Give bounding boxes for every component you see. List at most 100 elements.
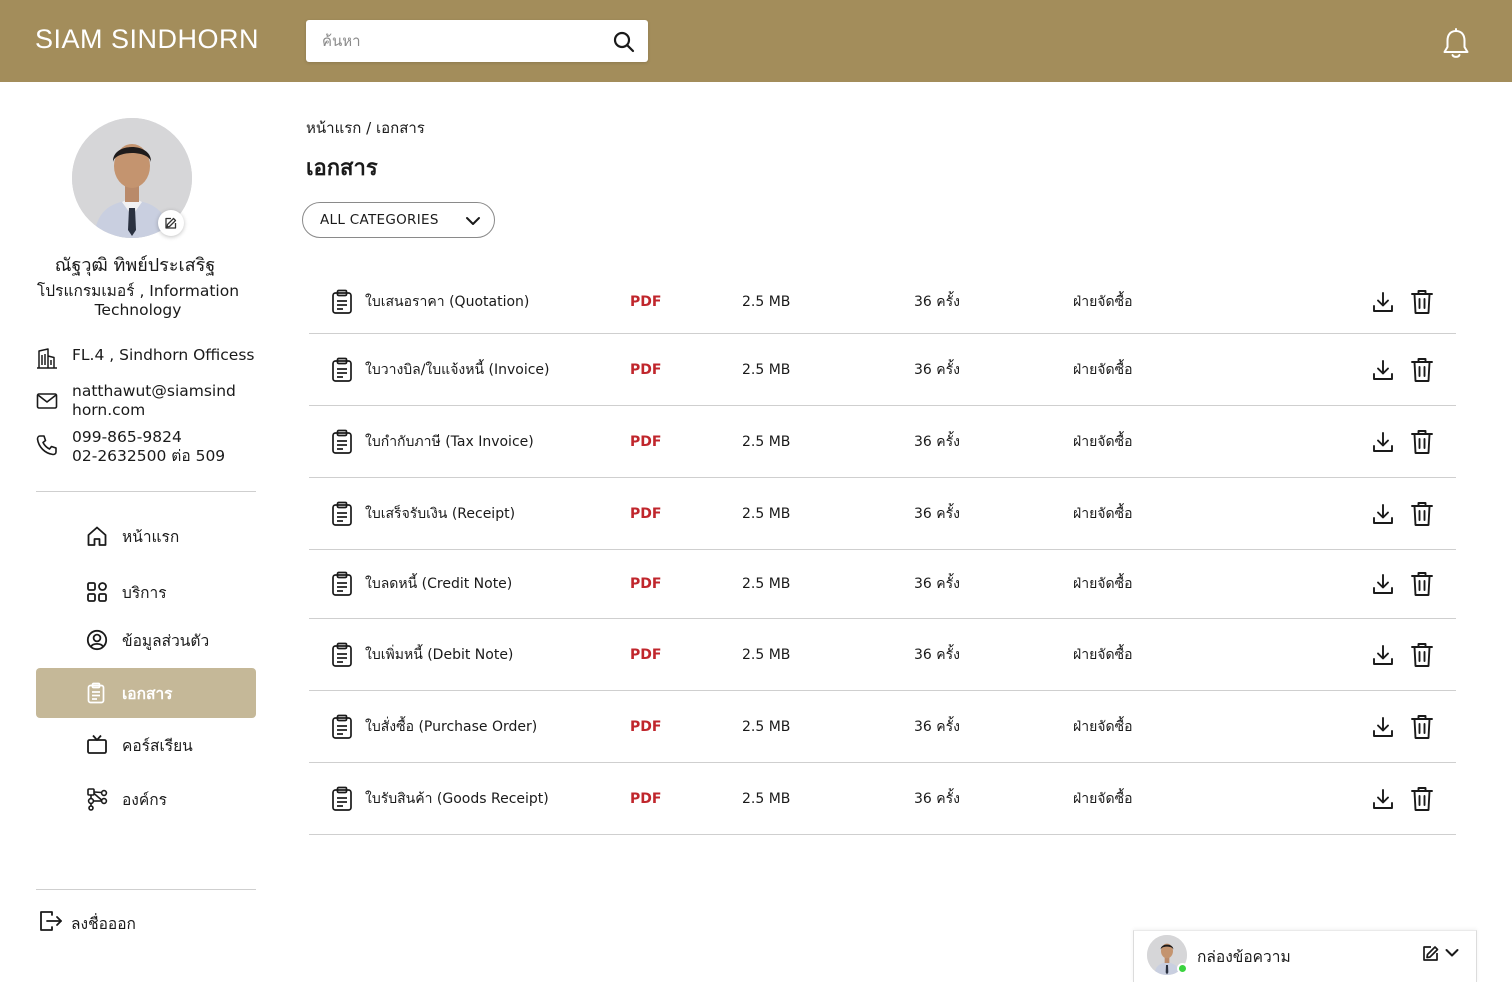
- download-icon[interactable]: [1372, 644, 1394, 666]
- breadcrumb-home-link[interactable]: หน้าแรก: [306, 119, 361, 137]
- document-department: ฝ่ายจัดซื้อ: [1073, 433, 1133, 450]
- document-department: ฝ่ายจัดซื้อ: [1073, 790, 1133, 807]
- document-type: PDF: [630, 361, 662, 378]
- grid-icon: [86, 581, 108, 603]
- document-type: PDF: [630, 576, 662, 592]
- breadcrumb-separator: /: [366, 119, 372, 137]
- download-icon[interactable]: [1372, 716, 1394, 738]
- logout-icon: [39, 910, 63, 932]
- document-icon: [331, 642, 353, 668]
- document-size: 2.5 MB: [742, 505, 791, 522]
- message-box-title: กล่องข้อความ: [1197, 948, 1291, 966]
- compose-icon[interactable]: [1422, 944, 1440, 962]
- trash-icon[interactable]: [1410, 642, 1434, 668]
- phone-numbers: 099-865-9824 02-2632500 ต่อ 509: [72, 428, 225, 466]
- download-icon[interactable]: [1372, 291, 1394, 313]
- download-count: 36 ครั้ง: [914, 433, 960, 450]
- brand-logo[interactable]: SIAM SINDHORN: [35, 24, 259, 55]
- location-text: FL.4 , Sindhorn Officess: [72, 346, 255, 364]
- document-name[interactable]: ใบรับสินค้า (Goods Receipt): [365, 788, 549, 810]
- phone-icon: [36, 428, 72, 456]
- logout-label: ลงชื่อออก: [71, 915, 136, 933]
- document-row[interactable]: ใบเสร็จรับเงิน (Receipt) PDF 2.5 MB 36 ครั้…: [309, 478, 1456, 550]
- download-count: 36 ครั้ง: [914, 718, 960, 735]
- document-row[interactable]: ใบลดหนี้ (Credit Note) PDF 2.5 MB 36 ครั้ง ฝ…: [309, 550, 1456, 619]
- sidebar-item-services[interactable]: บริการ: [36, 567, 256, 617]
- download-count: 36 ครั้ง: [914, 646, 960, 663]
- home-icon: [86, 525, 108, 547]
- document-size: 2.5 MB: [742, 361, 791, 378]
- sidebar-divider: [36, 491, 256, 492]
- document-department: ฝ่ายจัดซื้อ: [1073, 505, 1133, 522]
- download-icon[interactable]: [1372, 788, 1394, 810]
- chevron-down-icon[interactable]: [1444, 946, 1460, 960]
- document-department: ฝ่ายจัดซื้อ: [1073, 293, 1133, 310]
- download-count: 36 ครั้ง: [914, 790, 960, 807]
- document-name[interactable]: ใบเสนอราคา (Quotation): [365, 291, 529, 313]
- document-size: 2.5 MB: [742, 293, 791, 310]
- trash-icon[interactable]: [1410, 571, 1434, 597]
- document-name[interactable]: ใบสั่งซื้อ (Purchase Order): [365, 716, 537, 738]
- document-name[interactable]: ใบกำกับภาษี (Tax Invoice): [365, 431, 534, 453]
- document-name[interactable]: ใบเสร็จรับเงิน (Receipt): [365, 503, 515, 525]
- document-name[interactable]: ใบเพิ่มหนี้ (Debit Note): [365, 644, 513, 666]
- clipboard-icon: [86, 682, 106, 704]
- sidebar-item-courses[interactable]: คอร์สเรียน: [36, 720, 256, 770]
- logout-button[interactable]: ลงชื่อออก: [36, 906, 196, 936]
- top-header: SIAM SINDHORN: [0, 0, 1512, 82]
- document-type: PDF: [630, 790, 662, 807]
- document-department: ฝ่ายจัดซื้อ: [1073, 646, 1133, 663]
- sidebar-item-organization[interactable]: องค์กร: [36, 774, 256, 824]
- tv-icon: [86, 734, 108, 756]
- email-text[interactable]: natthawut@siamsindhorn.com: [72, 382, 242, 420]
- phone-row: 099-865-9824 02-2632500 ต่อ 509: [36, 428, 225, 466]
- phone-office[interactable]: 02-2632500 ต่อ 509: [72, 447, 225, 466]
- search-icon[interactable]: [612, 30, 636, 54]
- trash-icon[interactable]: [1410, 357, 1434, 383]
- user-name: ณัฐวุฒิ ทิพย์ประเสริฐ: [54, 255, 216, 276]
- sidebar-item-documents[interactable]: เอกสาร: [36, 668, 256, 718]
- document-name[interactable]: ใบวางบิล/ใบแจ้งหนี้ (Invoice): [365, 359, 549, 381]
- document-size: 2.5 MB: [742, 718, 791, 735]
- document-row[interactable]: ใบกำกับภาษี (Tax Invoice) PDF 2.5 MB 36 ครั…: [309, 406, 1456, 478]
- document-row[interactable]: ใบรับสินค้า (Goods Receipt) PDF 2.5 MB 36 ค…: [309, 763, 1456, 835]
- search-input[interactable]: [306, 20, 596, 62]
- document-row[interactable]: ใบเสนอราคา (Quotation) PDF 2.5 MB 36 ครั้ง ฝ…: [309, 270, 1456, 334]
- category-dropdown[interactable]: ALL CATEGORIES: [302, 202, 495, 238]
- document-type: PDF: [630, 293, 662, 310]
- document-row[interactable]: ใบวางบิล/ใบแจ้งหนี้ (Invoice) PDF 2.5 MB 36…: [309, 334, 1456, 406]
- trash-icon[interactable]: [1410, 289, 1434, 315]
- category-dropdown-value: ALL CATEGORIES: [320, 212, 439, 228]
- message-box[interactable]: กล่องข้อความ: [1133, 930, 1477, 982]
- sidebar-item-label: บริการ: [122, 583, 167, 602]
- bell-icon[interactable]: [1441, 28, 1471, 60]
- edit-avatar-icon[interactable]: [158, 210, 184, 236]
- document-type: PDF: [630, 505, 662, 522]
- phone-mobile[interactable]: 099-865-9824: [72, 428, 225, 447]
- sidebar-item-label: ข้อมูลส่วนตัว: [122, 631, 210, 650]
- document-department: ฝ่ายจัดซื้อ: [1073, 718, 1133, 735]
- trash-icon[interactable]: [1410, 714, 1434, 740]
- trash-icon[interactable]: [1410, 501, 1434, 527]
- document-size: 2.5 MB: [742, 790, 791, 807]
- sidebar-item-profile[interactable]: ข้อมูลส่วนตัว: [36, 615, 256, 665]
- online-status-dot: [1177, 963, 1188, 974]
- download-icon[interactable]: [1372, 573, 1394, 595]
- document-name[interactable]: ใบลดหนี้ (Credit Note): [365, 573, 512, 595]
- document-icon: [331, 357, 353, 383]
- document-icon: [331, 786, 353, 812]
- document-row[interactable]: ใบเพิ่มหนี้ (Debit Note) PDF 2.5 MB 36 ครั้…: [309, 619, 1456, 691]
- document-row[interactable]: ใบสั่งซื้อ (Purchase Order) PDF 2.5 MB 36 ค…: [309, 691, 1456, 763]
- document-size: 2.5 MB: [742, 433, 791, 450]
- download-icon[interactable]: [1372, 431, 1394, 453]
- trash-icon[interactable]: [1410, 429, 1434, 455]
- download-icon[interactable]: [1372, 359, 1394, 381]
- document-department: ฝ่ายจัดซื้อ: [1073, 361, 1133, 378]
- org-chart-icon: [86, 787, 110, 811]
- document-type: PDF: [630, 433, 662, 450]
- search-box: [306, 20, 648, 62]
- download-icon[interactable]: [1372, 503, 1394, 525]
- trash-icon[interactable]: [1410, 786, 1434, 812]
- email-row: natthawut@siamsindhorn.com: [36, 382, 242, 420]
- sidebar-item-home[interactable]: หน้าแรก: [36, 511, 256, 561]
